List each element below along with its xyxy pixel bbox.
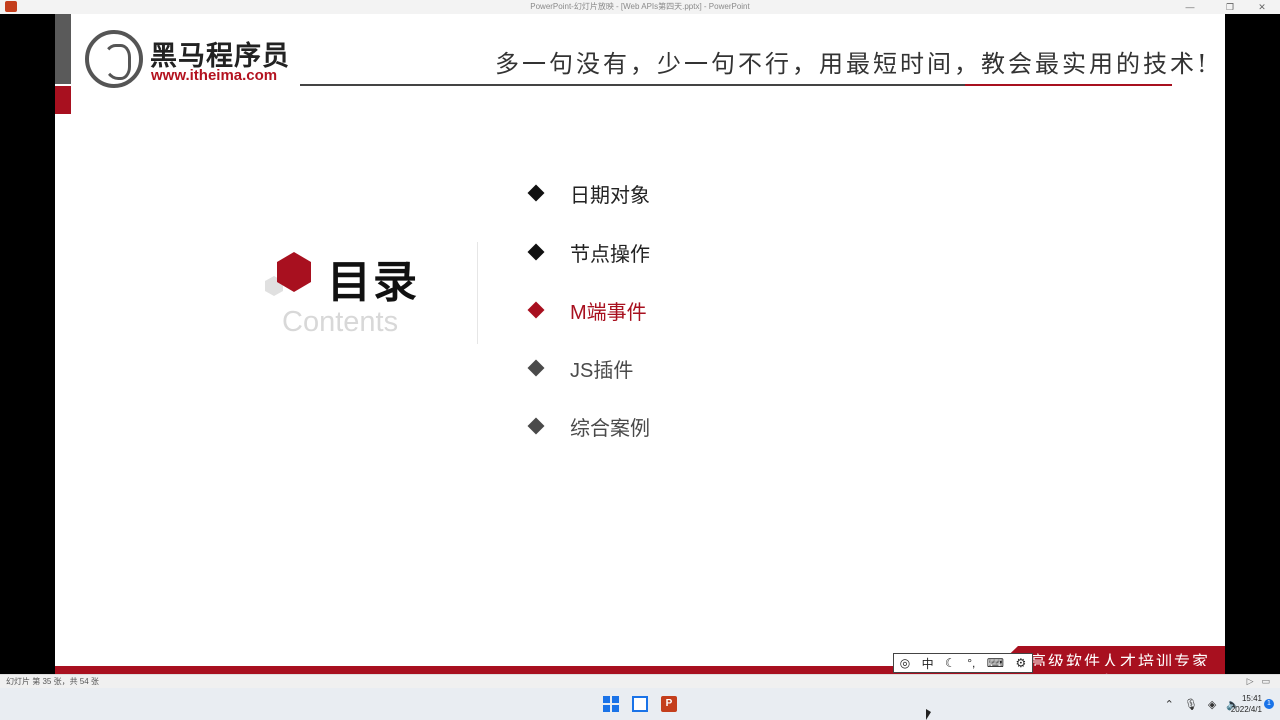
mouse-cursor-icon [926, 709, 931, 720]
toc-item: 节点操作 [527, 237, 650, 267]
decor-bar-red [55, 86, 71, 114]
diamond-bullet-icon [527, 417, 545, 435]
section-subtitle: Contents [282, 306, 399, 338]
toc-label: JS插件 [570, 359, 634, 382]
toc-label: 日期对象 [570, 184, 650, 207]
diamond-bullet-icon [527, 301, 545, 319]
keyboard-icon[interactable]: ⌨ [987, 656, 1004, 670]
windows-start-icon[interactable] [603, 696, 619, 712]
play-icon[interactable]: ▷ [1247, 676, 1254, 687]
punctuation-icon[interactable]: °, [967, 656, 975, 670]
section-title: 目录 [327, 258, 419, 307]
notification-badge[interactable]: 1 [1264, 699, 1274, 709]
toc-label: 节点操作 [570, 243, 650, 266]
logo-url: www.itheima.com [151, 67, 278, 84]
toc-item: JS插件 [527, 353, 634, 383]
gear-icon[interactable]: ⚙ [1015, 656, 1026, 670]
minimize-button[interactable]: — [1170, 0, 1210, 14]
powerpoint-icon[interactable]: P [661, 696, 677, 712]
vertical-divider [477, 242, 478, 344]
window-titlebar: PowerPoint-幻灯片放映 - [Web APIs第四天.pptx] - … [0, 0, 1280, 14]
slide-canvas[interactable]: 黑马程序员 www.itheima.com 多一句没有，少一句不行，用最短时间，… [55, 14, 1225, 674]
slides-view-icon[interactable]: ▭ [1261, 676, 1270, 687]
toc-label: M端事件 [570, 301, 647, 324]
window-title: PowerPoint-幻灯片放映 - [Web APIs第四天.pptx] - … [530, 2, 750, 11]
diamond-bullet-icon [527, 184, 545, 202]
ime-mode[interactable]: 中 [922, 655, 934, 672]
clock-time: 15:41 [1241, 694, 1262, 703]
toc-item-active: M端事件 [527, 295, 647, 325]
system-tray: ⌃ 🎙 ◈ 🔈 [1165, 698, 1240, 711]
header-divider-accent [965, 84, 1172, 86]
status-bar: 幻灯片 第 35 张，共 54 张 ▷ ▭ [0, 674, 1280, 688]
network-icon[interactable]: ◈ [1208, 698, 1216, 711]
file-explorer-icon[interactable] [632, 696, 648, 712]
ime-logo-icon[interactable]: ◎ [900, 656, 910, 670]
diamond-bullet-icon [527, 243, 545, 261]
chevron-up-icon[interactable]: ⌃ [1165, 698, 1174, 711]
close-button[interactable]: ✕ [1242, 0, 1280, 14]
decor-bar-gray [55, 14, 71, 84]
slogan: 多一句没有，少一句不行，用最短时间，教会最实用的技术! [495, 50, 1210, 78]
clock[interactable]: 15:41 2022/4/1 [1231, 693, 1262, 715]
toc-item: 日期对象 [527, 178, 650, 208]
diamond-bullet-icon [527, 359, 545, 377]
toc-item: 综合案例 [527, 411, 650, 441]
slide-counter: 幻灯片 第 35 张，共 54 张 [6, 677, 99, 686]
toc-label: 综合案例 [570, 417, 650, 440]
ime-toolbar[interactable]: ◎ 中 ☾ °, ⌨ ⚙ [893, 653, 1033, 673]
microphone-icon[interactable]: 🎙 [1184, 698, 1198, 711]
clock-date: 2022/4/1 [1230, 705, 1262, 714]
moon-icon[interactable]: ☾ [945, 656, 956, 670]
horse-logo-icon [85, 30, 143, 88]
taskbar: P ⌃ 🎙 ◈ 🔈 15:41 2022/4/1 1 [0, 688, 1280, 720]
